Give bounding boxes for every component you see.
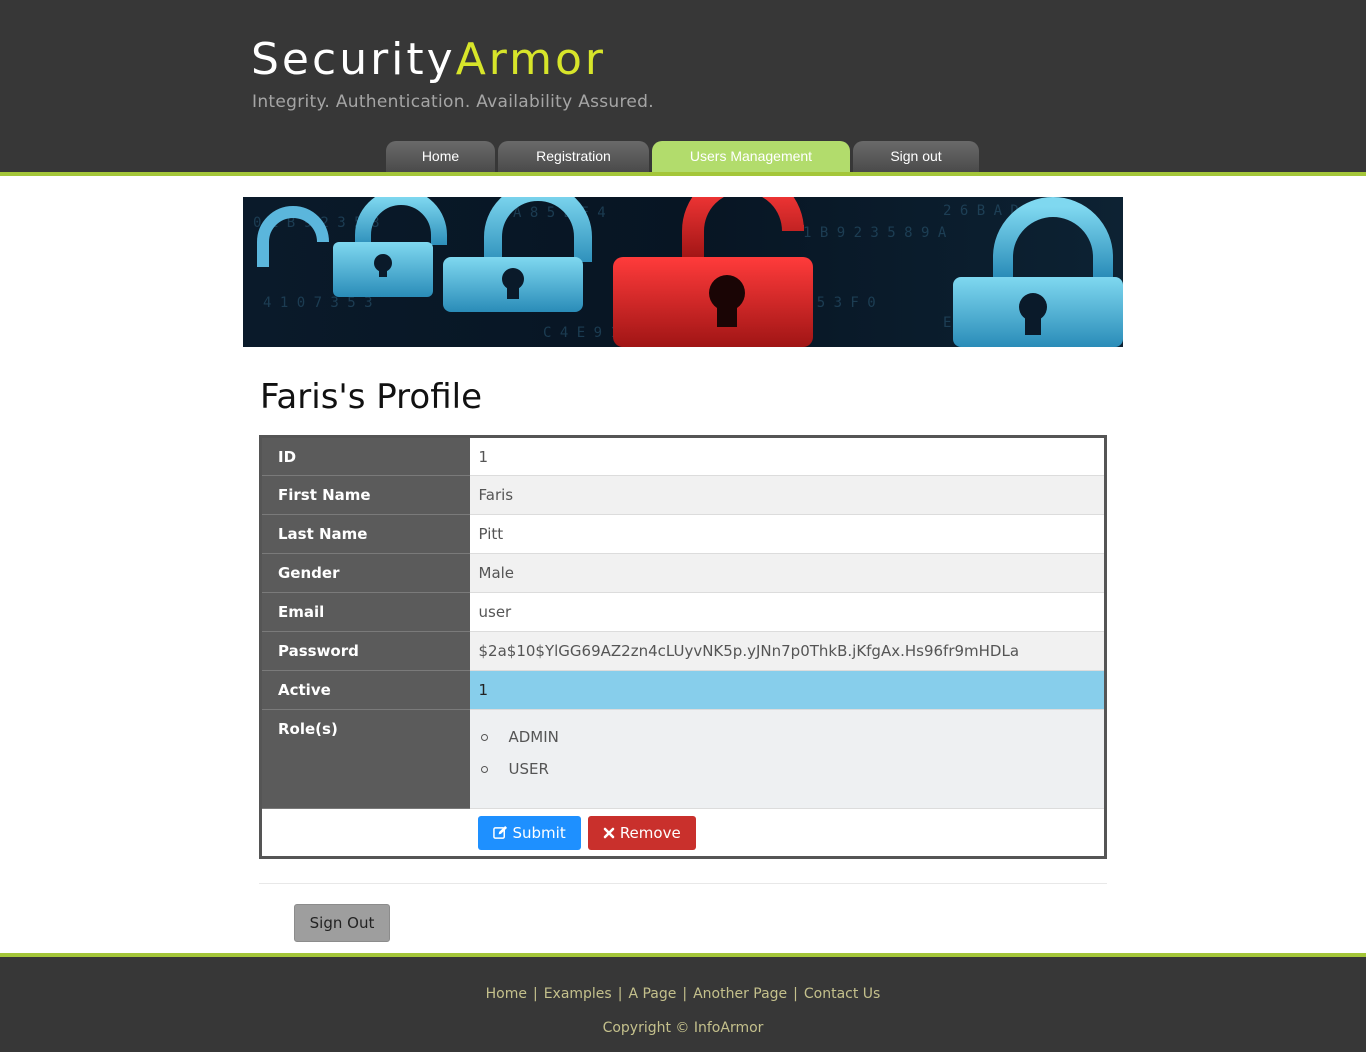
table-row: First Name Faris bbox=[260, 475, 1106, 515]
menu-item-registration[interactable]: Registration bbox=[498, 141, 649, 172]
row-label-active: Active bbox=[260, 670, 470, 710]
table-row: Gender Male bbox=[260, 553, 1106, 593]
main-menu: Home Registration Users Management Sign … bbox=[386, 141, 979, 172]
row-label-gender: Gender bbox=[260, 553, 470, 593]
table-row: Email user bbox=[260, 592, 1106, 632]
svg-text:1 B 9 2 3 5 8 9 A: 1 B 9 2 3 5 8 9 A bbox=[803, 225, 947, 241]
table-row: Password $2a$10$YlGG69AZ2zn4cLUyvNK5p.yJ… bbox=[260, 631, 1106, 671]
actions-cell: Submit Remove bbox=[469, 808, 1106, 858]
row-value-email: user bbox=[469, 592, 1106, 632]
security-banner-image: 0 1 B 9 2 3 5 8 A 8 5 B E 4 1 B 9 2 3 5 … bbox=[243, 197, 1123, 347]
site-footer: Home | Examples | A Page | Another Page | Contac… bbox=[0, 953, 1366, 1052]
row-label-email: Email bbox=[260, 592, 470, 632]
roles-list: ADMIN USER bbox=[480, 721, 1096, 785]
footer-link-home[interactable]: Home bbox=[486, 986, 527, 1002]
footer-separator: | bbox=[532, 986, 538, 1002]
footer-separator: | bbox=[617, 986, 623, 1002]
padlocks-illustration: 0 1 B 9 2 3 5 8 A 8 5 B E 4 1 B 9 2 3 5 … bbox=[243, 197, 1123, 347]
site-header: SecurityArmor Integrity. Authentication.… bbox=[0, 0, 1366, 176]
remove-button[interactable]: Remove bbox=[587, 815, 696, 850]
footer-links: Home | Examples | A Page | Another Page | Contac… bbox=[0, 986, 1366, 1002]
logo-text-armor: Armor bbox=[455, 34, 606, 85]
row-value-last-name: Pitt bbox=[469, 514, 1106, 554]
submit-label: Submit bbox=[512, 823, 566, 842]
row-value-first-name: Faris bbox=[469, 475, 1106, 515]
content-divider bbox=[259, 883, 1107, 884]
row-value-active: 1 bbox=[469, 670, 1106, 710]
footer-link-contact-us[interactable]: Contact Us bbox=[804, 986, 880, 1002]
site-logo[interactable]: SecurityArmor bbox=[251, 34, 606, 86]
actions-spacer bbox=[260, 808, 470, 858]
copyright-text: Copyright © InfoArmor bbox=[602, 1020, 764, 1036]
page-title: Faris's Profile bbox=[260, 377, 482, 417]
sign-out-button[interactable]: Sign Out bbox=[294, 904, 390, 942]
row-value-id: 1 bbox=[469, 436, 1106, 476]
menu-item-users-management[interactable]: Users Management bbox=[652, 141, 850, 172]
row-label-roles: Role(s) bbox=[260, 709, 470, 809]
submit-button[interactable]: Submit bbox=[477, 815, 581, 850]
footer-link-a-page[interactable]: A Page bbox=[628, 986, 676, 1002]
svg-text:4 1 0 7 3 5 3: 4 1 0 7 3 5 3 bbox=[263, 295, 373, 311]
row-label-id: ID bbox=[260, 436, 470, 476]
list-item: USER bbox=[480, 753, 1096, 785]
row-label-last-name: Last Name bbox=[260, 514, 470, 554]
table-row: Active 1 bbox=[260, 670, 1106, 710]
remove-label: Remove bbox=[619, 823, 681, 842]
edit-icon bbox=[492, 825, 507, 839]
row-label-password: Password bbox=[260, 631, 470, 671]
logo-text-security: Security bbox=[251, 34, 456, 85]
row-label-first-name: First Name bbox=[260, 475, 470, 515]
row-value-gender: Male bbox=[469, 553, 1106, 593]
footer-link-examples[interactable]: Examples bbox=[544, 986, 612, 1002]
close-icon bbox=[603, 827, 615, 838]
row-value-password: $2a$10$YlGG69AZ2zn4cLUyvNK5p.yJNn7p0ThkB… bbox=[469, 631, 1106, 671]
site-slogan: Integrity. Authentication. Availability … bbox=[252, 92, 654, 112]
footer-separator: | bbox=[793, 986, 798, 1002]
table-row: Last Name Pitt bbox=[260, 514, 1106, 554]
table-row: Role(s) ADMIN USER bbox=[260, 709, 1106, 809]
row-value-roles: ADMIN USER bbox=[469, 709, 1106, 809]
list-item: ADMIN bbox=[480, 721, 1096, 753]
table-row: ID 1 bbox=[260, 436, 1106, 476]
menu-item-home[interactable]: Home bbox=[386, 141, 495, 172]
footer-link-another-page[interactable]: Another Page bbox=[693, 986, 787, 1002]
profile-table: ID 1 First Name Faris Last Name Pitt Gen… bbox=[259, 435, 1107, 859]
footer-separator: | bbox=[682, 986, 688, 1002]
menu-item-sign-out[interactable]: Sign out bbox=[853, 141, 979, 172]
table-actions-row: Submit Remove bbox=[260, 808, 1106, 858]
